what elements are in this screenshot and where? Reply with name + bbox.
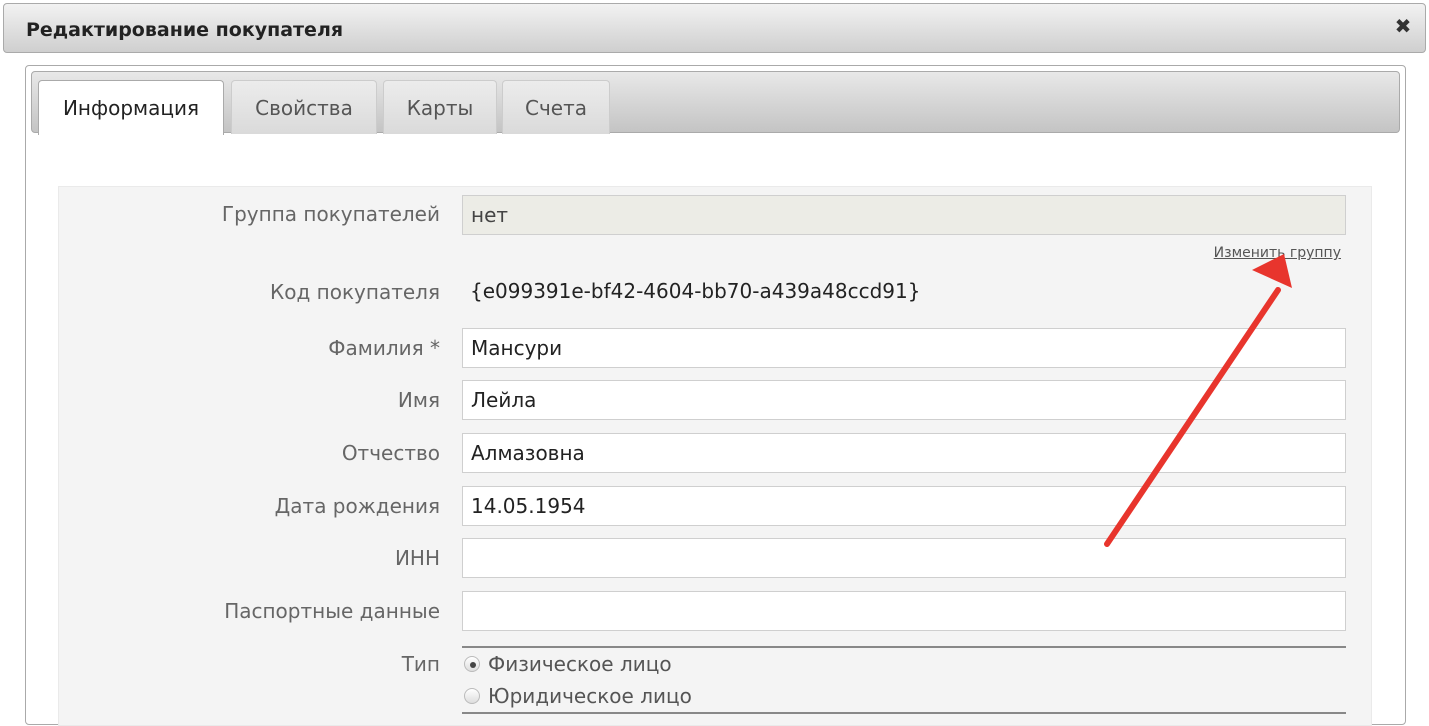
radio-individual-label: Физическое лицо <box>488 652 672 676</box>
change-group-link[interactable]: Изменить группу <box>1214 245 1341 261</box>
last-name-label: Фамилия * <box>328 336 440 360</box>
radio-legal-entity-button[interactable] <box>464 688 480 704</box>
type-radio-group: Физическое лицо Юридическое лицо <box>462 646 1346 714</box>
tab-invoices[interactable]: Счета <box>502 80 610 134</box>
passport-input[interactable] <box>462 591 1346 631</box>
customer-group-field: нет <box>462 195 1346 235</box>
radio-individual-button[interactable] <box>464 656 480 672</box>
type-label: Тип <box>401 652 440 676</box>
dialog-titlebar: Редактирование покупателя ✖ <box>3 3 1426 53</box>
dialog-title: Редактирование покупателя <box>26 19 344 41</box>
radio-individual[interactable]: Физическое лицо <box>464 650 672 678</box>
customer-code-value: {e099391e-bf42-4604-bb70-a439a48ccd91} <box>470 279 921 303</box>
patronymic-label: Отчество <box>341 441 440 465</box>
passport-label: Паспортные данные <box>224 599 440 623</box>
group-label: Группа покупателей <box>221 202 440 226</box>
inn-label: ИНН <box>394 546 440 570</box>
first-name-label: Имя <box>397 388 440 412</box>
radio-legal-entity-label: Юридическое лицо <box>488 684 692 708</box>
birth-date-input[interactable] <box>462 486 1346 526</box>
tab-information[interactable]: Информация <box>38 80 224 135</box>
birth-date-label: Дата рождения <box>274 494 440 518</box>
customer-code-label: Код покупателя <box>270 280 440 304</box>
patronymic-input[interactable] <box>462 433 1346 473</box>
last-name-input[interactable] <box>462 328 1346 368</box>
tab-properties[interactable]: Свойства <box>231 80 377 134</box>
close-icon[interactable]: ✖ <box>1393 16 1413 36</box>
tab-bar: Информация Свойства Карты Счета <box>31 71 1400 135</box>
inn-input[interactable] <box>462 538 1346 578</box>
radio-legal-entity[interactable]: Юридическое лицо <box>464 682 692 710</box>
tab-cards[interactable]: Карты <box>383 80 497 134</box>
first-name-input[interactable] <box>462 380 1346 420</box>
